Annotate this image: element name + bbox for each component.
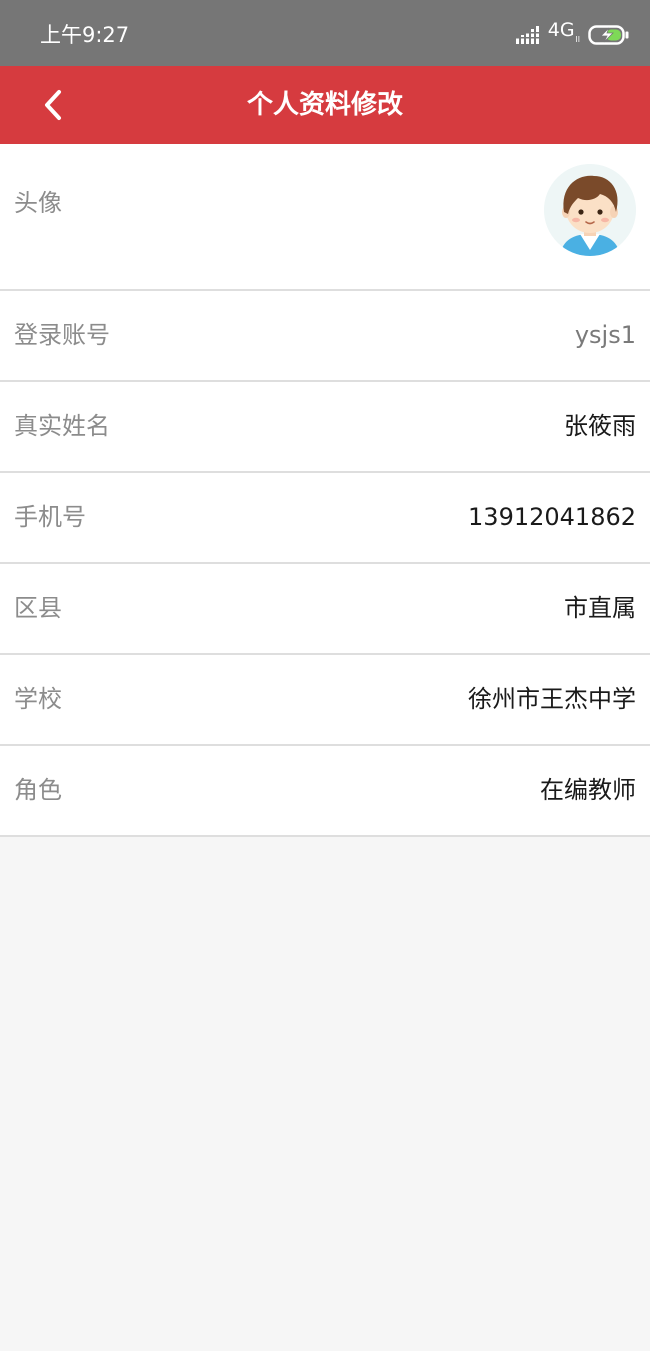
network-activity: ll [575,35,580,44]
status-bar: 上午9:27 4Gll [0,0,650,66]
title-bar: 个人资料修改 [0,66,650,144]
avatar[interactable] [544,164,636,256]
district-row[interactable]: 区县 市直属 [0,564,650,655]
role-label: 角色 [14,776,62,804]
battery-charging-icon [588,25,629,45]
school-label: 学校 [14,685,62,713]
network-type-text: 4G [547,19,575,41]
school-value: 徐州市王杰中学 [468,685,636,713]
district-value: 市直属 [564,594,636,622]
phone-row[interactable]: 手机号 13912041862 [0,473,650,564]
avatar-label: 头像 [14,189,62,217]
status-icons: 4Gll [515,19,630,48]
network-type: 4Gll [548,17,580,53]
status-time: 上午9:27 [40,23,130,47]
profile-list: 头像 登录账号 ysjs1 真实姓名 张筱雨 手机号 13912041862 区… [0,144,650,837]
real-name-row[interactable]: 真实姓名 张筱雨 [0,382,650,473]
account-row[interactable]: 登录账号 ysjs1 [0,291,650,382]
role-value: 在编教师 [540,776,636,804]
district-label: 区县 [14,594,62,622]
phone-label: 手机号 [14,503,86,531]
account-label: 登录账号 [14,321,110,349]
phone-value: 13912041862 [468,503,636,531]
boy-avatar-icon [544,164,636,256]
real-name-value: 张筱雨 [564,412,636,440]
account-value: ysjs1 [574,321,636,349]
avatar-row[interactable]: 头像 [0,144,650,291]
school-row[interactable]: 学校 徐州市王杰中学 [0,655,650,746]
signal-icon [515,26,540,44]
role-row[interactable]: 角色 在编教师 [0,746,650,837]
real-name-label: 真实姓名 [14,412,110,440]
page-title: 个人资料修改 [246,90,403,120]
